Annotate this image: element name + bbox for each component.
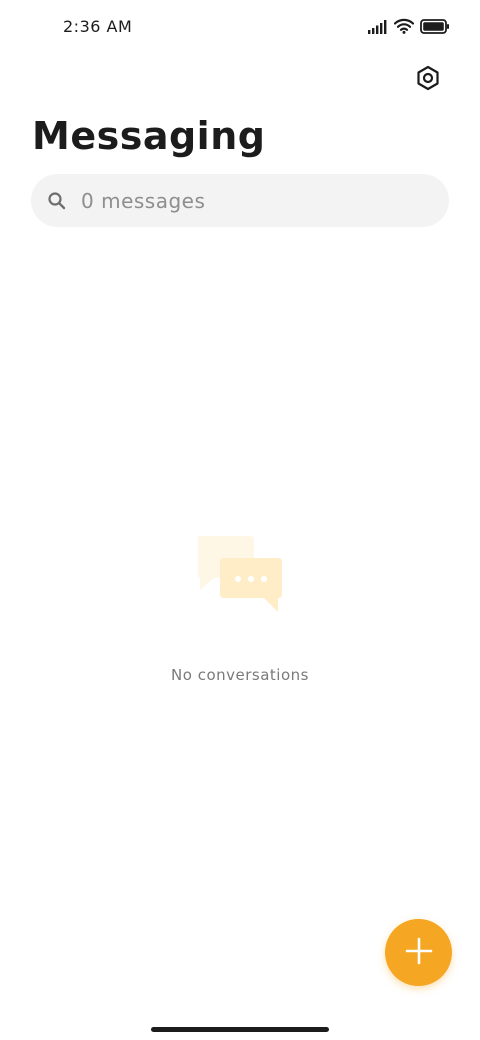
status-icons <box>368 18 450 38</box>
messaging-screen: 2:36 AM Messaging 0 messages No conversa… <box>0 0 480 1040</box>
plus-icon <box>404 936 434 970</box>
empty-state: No conversations <box>0 532 480 684</box>
signal-icon <box>368 19 388 38</box>
home-indicator[interactable] <box>151 1027 329 1032</box>
search-placeholder: 0 messages <box>81 188 206 213</box>
status-time: 2:36 AM <box>63 17 133 36</box>
battery-icon <box>420 18 450 38</box>
empty-state-text: No conversations <box>171 666 309 684</box>
page-title: Messaging <box>32 114 266 158</box>
search-bar[interactable]: 0 messages <box>31 174 449 227</box>
new-conversation-button[interactable] <box>385 919 452 986</box>
wifi-icon <box>393 18 415 38</box>
chat-bubbles-icon <box>192 532 288 616</box>
search-icon <box>47 191 67 211</box>
settings-icon <box>415 65 441 95</box>
status-bar: 2:36 AM <box>0 0 480 56</box>
settings-button[interactable] <box>412 64 444 96</box>
